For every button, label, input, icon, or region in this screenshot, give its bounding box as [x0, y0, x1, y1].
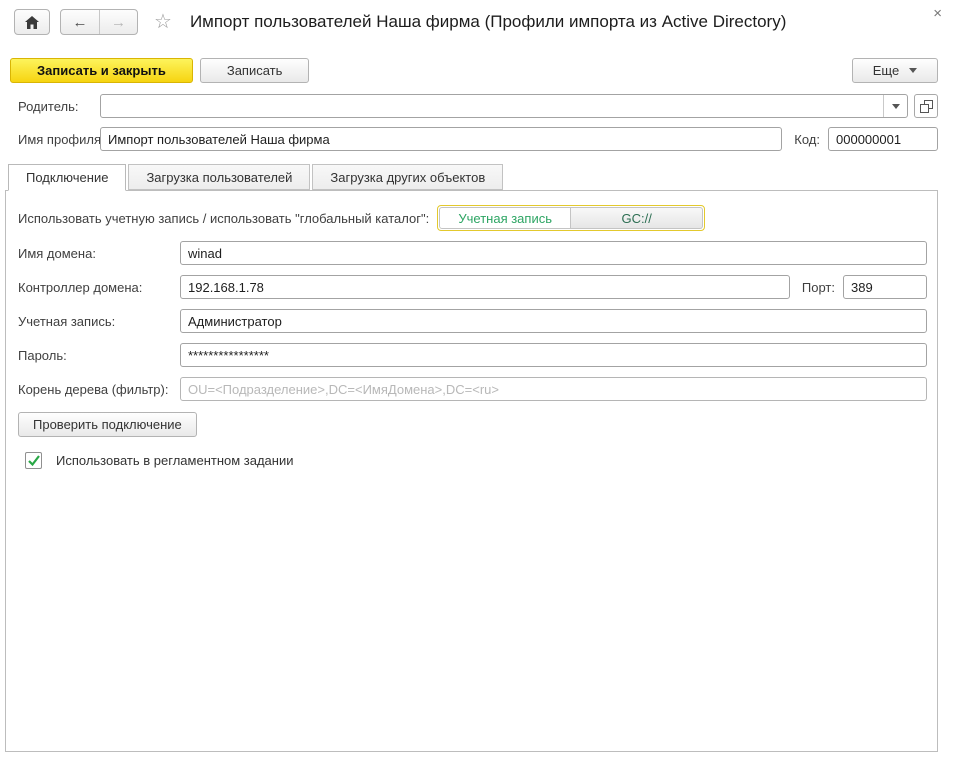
more-button-label: Еще	[873, 63, 899, 78]
profile-edit-window: ← → ☆ Импорт пользователей Наша фирма (П…	[0, 0, 954, 752]
auth-mode-label: Использовать учетную запись / использова…	[18, 211, 429, 226]
parent-open-button[interactable]	[914, 94, 938, 118]
port-input[interactable]	[843, 275, 927, 299]
domain-controller-row: Контроллер домена: Порт:	[18, 275, 927, 299]
nav-button-group: ← →	[60, 9, 138, 35]
scheduled-job-label[interactable]: Использовать в регламентном задании	[56, 453, 294, 468]
password-row: Пароль:	[18, 343, 927, 367]
tab-connection[interactable]: Подключение	[8, 164, 126, 191]
parent-combo	[100, 94, 908, 118]
account-label: Учетная запись:	[18, 314, 180, 329]
domain-controller-label: Контроллер домена:	[18, 280, 180, 295]
favorite-star-icon[interactable]: ☆	[154, 12, 172, 32]
auth-option-account[interactable]: Учетная запись	[439, 207, 571, 229]
checkmark-icon	[27, 455, 40, 467]
dropdown-arrow-icon	[892, 104, 900, 109]
profile-name-input[interactable]	[100, 127, 782, 151]
password-label: Пароль:	[18, 348, 180, 363]
code-label: Код:	[794, 132, 820, 147]
account-row: Учетная запись:	[18, 309, 927, 333]
scheduled-job-checkbox[interactable]	[25, 452, 42, 469]
titlebar: ← → ☆ Импорт пользователей Наша фирма (П…	[0, 0, 954, 44]
scheduled-job-row: Использовать в регламентном задании	[18, 452, 927, 469]
back-button[interactable]: ←	[61, 10, 99, 34]
test-connection-row: Проверить подключение	[18, 412, 927, 437]
tree-root-label: Корень дерева (фильтр):	[18, 382, 180, 397]
chevron-down-icon	[909, 68, 917, 73]
domain-name-input[interactable]	[180, 241, 927, 265]
domain-controller-input[interactable]	[180, 275, 790, 299]
tree-root-row: Корень дерева (фильтр):	[18, 377, 927, 401]
tab-users-load[interactable]: Загрузка пользователей	[128, 164, 310, 190]
tab-other-objects-load[interactable]: Загрузка других объектов	[312, 164, 503, 190]
domain-name-row: Имя домена:	[18, 241, 927, 265]
save-and-close-button[interactable]: Записать и закрыть	[10, 58, 193, 83]
forward-button[interactable]: →	[99, 10, 137, 34]
password-input[interactable]	[180, 343, 927, 367]
auth-mode-toggle: Учетная запись GC://	[437, 205, 705, 231]
open-window-icon	[920, 100, 933, 113]
page-title: Импорт пользователей Наша фирма (Профили…	[190, 12, 786, 32]
save-button[interactable]: Записать	[200, 58, 310, 83]
command-bar: Записать и закрыть Записать Еще	[0, 58, 954, 83]
home-icon	[25, 16, 39, 29]
parent-dropdown-button[interactable]	[883, 95, 907, 117]
forward-arrow-icon: →	[111, 14, 126, 31]
account-input[interactable]	[180, 309, 927, 333]
parent-input[interactable]	[100, 94, 908, 118]
parent-label: Родитель:	[18, 99, 100, 114]
profile-name-label: Имя профиля:	[18, 132, 100, 147]
parent-field-row: Родитель:	[0, 94, 954, 118]
close-button[interactable]: ×	[933, 6, 942, 21]
port-label: Порт:	[802, 280, 835, 295]
code-input[interactable]	[828, 127, 938, 151]
auth-option-gc[interactable]: GC://	[571, 207, 703, 229]
connection-tab-panel: Использовать учетную запись / использова…	[5, 190, 938, 752]
tree-root-input[interactable]	[180, 377, 927, 401]
profile-name-row: Имя профиля: Код:	[0, 127, 954, 151]
home-button[interactable]	[14, 9, 50, 35]
domain-name-label: Имя домена:	[18, 246, 180, 261]
tab-bar: Подключение Загрузка пользователей Загру…	[0, 164, 954, 190]
auth-mode-row: Использовать учетную запись / использова…	[18, 205, 927, 231]
back-arrow-icon: ←	[73, 14, 88, 31]
test-connection-button[interactable]: Проверить подключение	[18, 412, 197, 437]
more-button[interactable]: Еще	[852, 58, 938, 83]
